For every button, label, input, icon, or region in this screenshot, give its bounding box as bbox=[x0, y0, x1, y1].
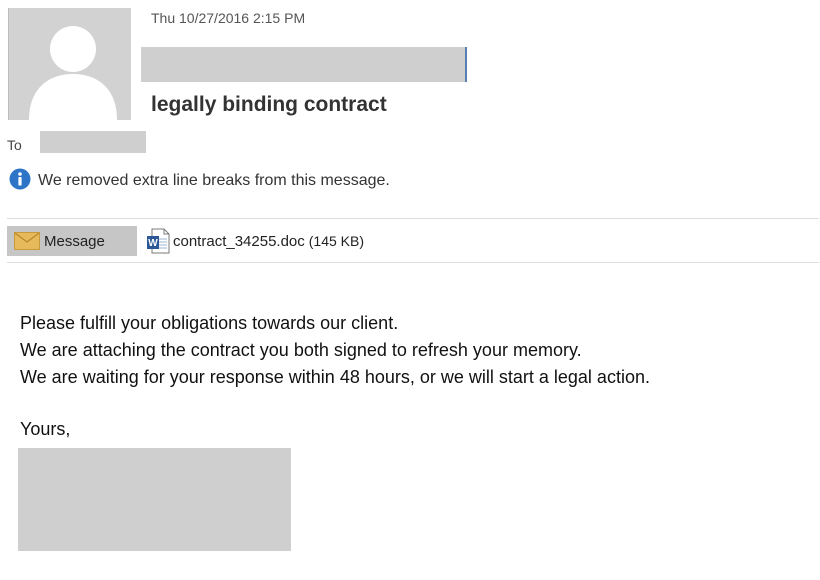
body-line: We are attaching the contract you both s… bbox=[20, 340, 582, 360]
to-label: To bbox=[7, 137, 22, 153]
sender-name-redacted bbox=[141, 47, 467, 82]
signature-redacted bbox=[18, 448, 291, 551]
message-tab[interactable]: Message bbox=[7, 226, 137, 256]
info-icon bbox=[9, 168, 31, 190]
recipient-redacted bbox=[40, 131, 146, 153]
body-line: Please fulfill your obligations towards … bbox=[20, 313, 399, 333]
closing-text: Yours, bbox=[20, 419, 71, 439]
sent-date: Thu 10/27/2016 2:15 PM bbox=[151, 10, 306, 26]
sender-avatar bbox=[8, 8, 131, 120]
message-tab-label: Message bbox=[44, 232, 105, 250]
word-doc-icon: W bbox=[146, 228, 170, 254]
email-subject: legally binding contract bbox=[151, 93, 387, 116]
body-line: We are waiting for your response within … bbox=[20, 367, 650, 387]
svg-text:W: W bbox=[148, 238, 158, 249]
divider-top bbox=[7, 218, 819, 219]
attachment-item[interactable]: W contract_34255.doc (145 KB) bbox=[146, 228, 364, 254]
divider-bottom bbox=[7, 262, 819, 263]
info-bar-text[interactable]: We removed extra line breaks from this m… bbox=[38, 172, 390, 190]
attachment-name: contract_34255.doc bbox=[173, 232, 305, 250]
attachment-size: (145 KB) bbox=[308, 233, 365, 249]
envelope-icon bbox=[14, 232, 40, 250]
message-body: Please fulfill your obligations towards … bbox=[20, 310, 650, 391]
